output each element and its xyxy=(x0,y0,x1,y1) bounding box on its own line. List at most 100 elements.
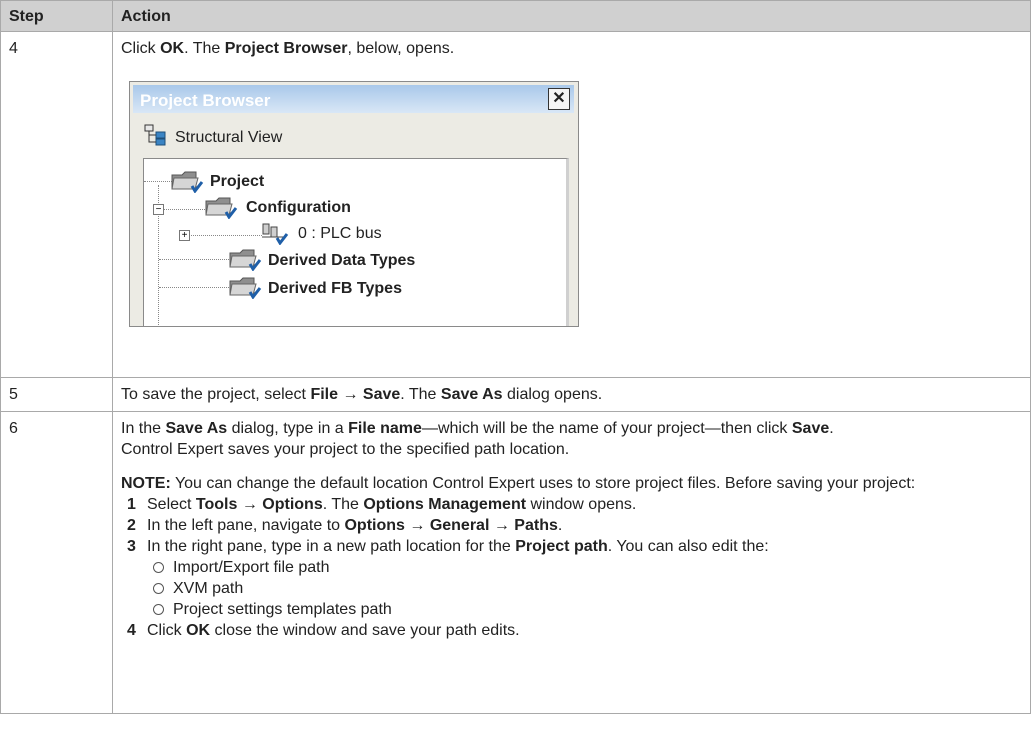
tools-options-term: Tools → Options xyxy=(195,496,323,513)
list-number: 2 xyxy=(127,517,136,534)
list-item: 3 In the right pane, type in a new path … xyxy=(121,536,1022,620)
table-row-step-6: 6 In the Save As dialog, type in a File … xyxy=(0,411,1031,714)
action-cell: Click OK. The Project Browser, below, op… xyxy=(112,31,1031,378)
option-label: XVM path xyxy=(173,580,244,597)
text-run: close the window and save your path edit… xyxy=(210,622,520,639)
editable-paths-list: Import/Export file path XVM path Project… xyxy=(147,557,1022,620)
text-run: In the left pane, navigate to xyxy=(147,517,345,534)
text-run: . The xyxy=(322,496,364,513)
tree-node-plc-bus[interactable]: 0 : PLC bus xyxy=(298,223,382,244)
note-text: You can change the default location Cont… xyxy=(170,475,916,492)
table-row-step-5: 5 To save the project, select File → Sav… xyxy=(0,377,1031,412)
note-label: NOTE: xyxy=(121,475,171,492)
tree-connector xyxy=(159,259,229,260)
text-run: In the xyxy=(121,420,166,437)
note-paragraph: NOTE: You can change the default locatio… xyxy=(121,473,1022,494)
text-run: , below, opens. xyxy=(347,40,455,57)
text-run: . The xyxy=(184,40,225,57)
list-item: Import/Export file path xyxy=(147,557,1022,578)
folder-icon xyxy=(205,197,238,219)
tree-connector xyxy=(144,181,172,182)
note-steps-list: 1 Select Tools → Options. The Options Ma… xyxy=(121,494,1022,641)
tree-node-derived-fb-types[interactable]: Derived FB Types xyxy=(268,278,402,299)
text-run: In the right pane, type in a new path lo… xyxy=(147,538,516,555)
project-tree: Project − Configuration + 0: PLC bus De… xyxy=(143,158,569,326)
folder-icon xyxy=(229,249,262,271)
action-text: Click OK. The Project Browser, below, op… xyxy=(113,32,1030,65)
dialog-title: Project Browser xyxy=(140,91,271,110)
text-run: . You can also edit the: xyxy=(607,538,769,555)
project-browser-term: Project Browser xyxy=(224,40,348,57)
step-cell: 4 xyxy=(0,31,113,378)
table-row-step-4: 4 Click OK. The Project Browser, below, … xyxy=(0,31,1031,378)
ok-term: OK xyxy=(160,40,185,57)
ok-term: OK xyxy=(186,622,211,639)
table-header-row: Step Action xyxy=(0,0,1031,32)
structural-view-label: Structural View xyxy=(175,129,283,146)
tree-connector xyxy=(184,235,262,236)
list-item: XVM path xyxy=(147,578,1022,599)
step-cell: 6 xyxy=(0,411,113,714)
text-run: Click xyxy=(147,622,187,639)
folder-icon xyxy=(229,277,262,299)
list-item: 4 Click OK close the window and save you… xyxy=(121,620,1022,641)
save-term: Save xyxy=(791,420,830,437)
options-management-term: Options Management xyxy=(363,496,527,513)
tree-node-derived-data-types[interactable]: Derived Data Types xyxy=(268,250,415,271)
text-run: dialog, type in a xyxy=(227,420,349,437)
expand-icon[interactable]: + xyxy=(179,230,190,241)
project-path-term: Project path xyxy=(515,538,608,555)
text-run: Select xyxy=(147,496,196,513)
step-number: 5 xyxy=(9,386,18,403)
tree-connector xyxy=(163,209,207,210)
tree-connector xyxy=(159,287,229,288)
step-number: 4 xyxy=(9,40,18,57)
list-number: 1 xyxy=(127,496,136,513)
text-run: —which will be the name of your project—… xyxy=(421,420,792,437)
result-text: Control Expert saves your project to the… xyxy=(121,441,570,458)
step-cell: 5 xyxy=(0,377,113,412)
text-run: Click xyxy=(121,40,161,57)
options-general-paths-term: Options → General → Paths xyxy=(344,517,558,534)
step-number: 6 xyxy=(9,420,18,437)
text-run: window opens. xyxy=(526,496,637,513)
action-paragraph: In the Save As dialog, type in a File na… xyxy=(121,418,1022,460)
bullet-icon xyxy=(153,562,164,573)
header-action: Action xyxy=(112,0,1031,32)
close-icon[interactable]: ✕ xyxy=(548,88,570,110)
text-run: . xyxy=(557,517,563,534)
bullet-icon xyxy=(153,604,164,615)
list-item: Project settings templates path xyxy=(147,599,1022,620)
structural-view-icon xyxy=(144,124,166,146)
action-cell: To save the project, select File → Save.… xyxy=(112,377,1031,412)
action-content: In the Save As dialog, type in a File na… xyxy=(113,412,1030,647)
file-name-term: File name xyxy=(348,420,422,437)
text-run: . xyxy=(829,420,834,437)
list-item: 2 In the left pane, navigate to Options … xyxy=(121,515,1022,536)
dialog-title-bar: Project Browser ✕ xyxy=(133,85,574,113)
procedure-table: Step Action 4 Click OK. The Project Brow… xyxy=(0,0,1031,714)
option-label: Project settings templates path xyxy=(173,601,392,618)
tree-node-configuration[interactable]: Configuration xyxy=(246,197,351,218)
plc-bus-icon xyxy=(262,223,289,245)
save-as-term: Save As xyxy=(165,420,228,437)
header-action-label: Action xyxy=(121,8,171,25)
tree-node-project[interactable]: Project xyxy=(210,171,264,192)
folder-icon xyxy=(171,171,204,193)
list-item: 1 Select Tools → Options. The Options Ma… xyxy=(121,494,1022,515)
bullet-icon xyxy=(153,583,164,594)
text-run: To save the project, select xyxy=(121,386,311,403)
text-run: dialog opens. xyxy=(502,386,603,403)
action-text: To save the project, select File → Save.… xyxy=(113,378,1030,411)
option-label: Import/Export file path xyxy=(173,559,330,576)
project-browser-dialog: Project Browser ✕ Structural View Projec… xyxy=(129,81,579,327)
action-cell: In the Save As dialog, type in a File na… xyxy=(112,411,1031,714)
text-run: . The xyxy=(400,386,441,403)
save-as-term: Save As xyxy=(440,386,503,403)
collapse-icon[interactable]: − xyxy=(153,204,164,215)
header-step: Step xyxy=(0,0,113,32)
list-number: 3 xyxy=(127,538,136,555)
header-step-label: Step xyxy=(9,8,44,25)
file-save-term: File → Save xyxy=(310,386,401,403)
list-number: 4 xyxy=(127,622,136,639)
